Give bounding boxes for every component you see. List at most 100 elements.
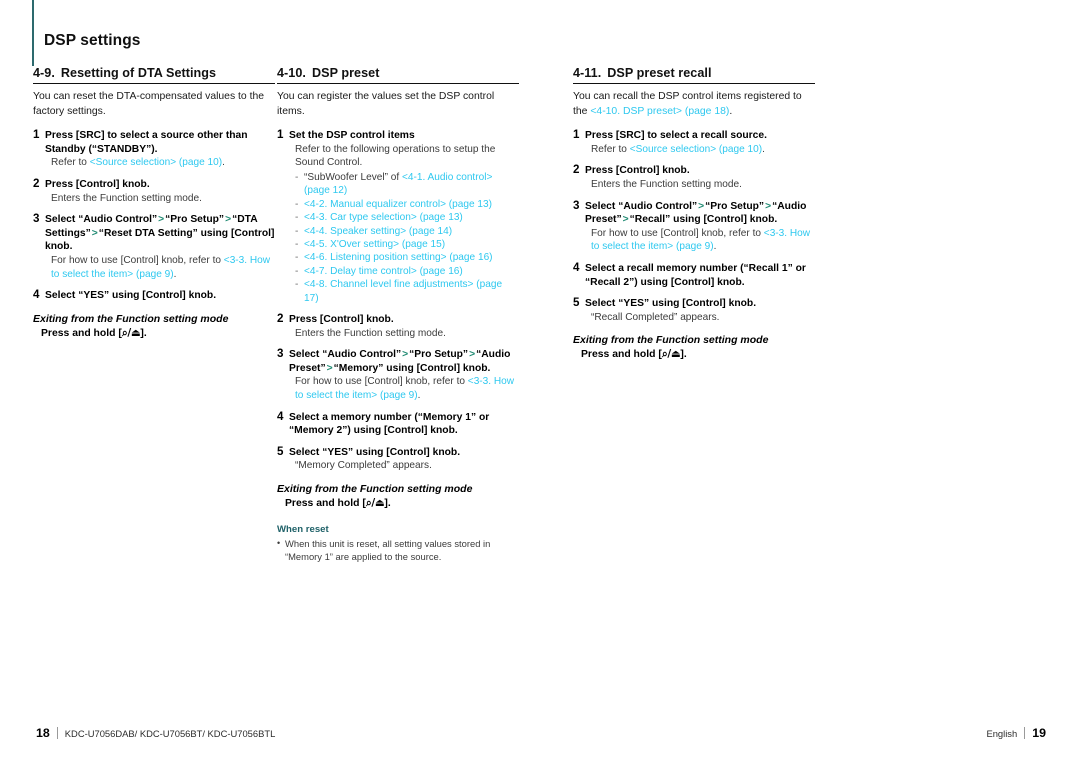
- column-4-9: 4-9. Resetting of DTA Settings You can res…: [33, 66, 275, 340]
- step-number: 4: [277, 409, 284, 423]
- cross-reference-link[interactable]: <4-8. Channel level fine adjustments> (p…: [304, 279, 502, 303]
- footer-right: English 19: [986, 726, 1046, 740]
- dash-marker-icon: -: [295, 198, 299, 210]
- menu-path-separator-icon: >: [698, 200, 705, 212]
- text-run: For how to use [Control] knob, refer to: [51, 254, 224, 266]
- reference-list-item: - <4-6. Listening position setting> (page…: [295, 251, 519, 264]
- cross-reference-link[interactable]: <4-10. DSP preset> (page 18): [590, 106, 729, 117]
- text-run: Select “Audio Control”: [585, 200, 698, 212]
- cross-reference-link[interactable]: <4-6. Listening position setting> (page …: [304, 252, 493, 263]
- text-run: Press and hold [: [285, 497, 366, 509]
- text-run: .: [417, 390, 421, 401]
- text-run: Enters the Function setting mode.: [591, 178, 742, 190]
- step-instruction: Press [Control] knob.: [289, 313, 519, 327]
- cross-reference-link[interactable]: <4-5. X'Over setting> (page 15): [304, 239, 445, 250]
- cross-reference-link[interactable]: <Source selection> (page 10): [90, 157, 222, 168]
- text-run: Select “YES” using [Control] knob.: [45, 290, 217, 302]
- text-run: Refer to: [591, 143, 630, 155]
- menu-path-separator-icon: >: [765, 200, 772, 212]
- section-heading: 4-10. DSP preset: [277, 66, 519, 84]
- page-footer: 18 KDC-U7056DAB/ KDC-U7056BT/ KDC-U7056B…: [0, 726, 1080, 750]
- procedure-step: 1 Set the DSP control items Refer to the f…: [277, 128, 519, 305]
- section-intro: You can register the values set the DSP …: [277, 91, 495, 117]
- text-run: Select “YES” using [Control] knob.: [585, 298, 757, 310]
- cross-reference-link[interactable]: <Source selection> (page 10): [630, 144, 762, 155]
- search-eject-key-icon: ⌕/⏏: [365, 496, 385, 509]
- step-instruction: Select “Audio Control”>“Pro Setup”>“DTA …: [45, 213, 275, 254]
- step-note: Enters the Function setting mode.: [585, 178, 815, 192]
- language-label: English: [986, 727, 1018, 739]
- section-intro: You can reset the DTA-compensated values…: [33, 91, 265, 117]
- step-number: 5: [277, 444, 284, 458]
- procedure-step: 1 Press [SRC] to select a source other th…: [33, 128, 275, 170]
- exit-mode-instruction: Press and hold [⌕/⏏].: [33, 327, 275, 340]
- text-run: “Recall Completed” appears.: [591, 311, 720, 323]
- step-instruction: Select “YES” using [Control] knob.: [289, 446, 519, 460]
- dash-marker-icon: -: [295, 212, 299, 224]
- text-run: Press and hold [: [41, 327, 122, 339]
- step-instruction: Select a recall memory number (“Recall 1…: [585, 262, 815, 289]
- cross-reference-link[interactable]: <4-2. Manual equalizer control> (page 13…: [304, 199, 492, 210]
- step-note: Refer to the following operations to set…: [289, 143, 519, 170]
- text-run: Refer to the following operations to set…: [295, 143, 496, 169]
- dash-marker-icon: -: [295, 239, 299, 250]
- step-note: For how to use [Control] knob, refer to …: [585, 227, 815, 254]
- exit-mode-instruction: Press and hold [⌕/⏏].: [277, 497, 519, 510]
- menu-path-separator-icon: >: [158, 214, 165, 226]
- text-run: Refer to: [51, 157, 90, 169]
- procedure-step: 2 Press [Control] knob. Enters the Functio…: [573, 163, 815, 192]
- step-note: “Memory Completed” appears.: [289, 459, 519, 473]
- reference-list: - “SubWoofer Level” of <4-1. Audio contro…: [289, 171, 519, 305]
- text-run: ].: [680, 349, 687, 361]
- step-instruction: Set the DSP control items: [289, 129, 519, 143]
- exit-mode-heading: Exiting from the Function setting mode: [33, 312, 229, 325]
- text-run: Select “YES” using [Control] knob.: [289, 446, 461, 458]
- procedure-step: 4 Select a memory number (“Memory 1” or “…: [277, 409, 519, 438]
- text-run: “Recall” using [Control] knob.: [629, 214, 778, 226]
- column-4-11: 4-11. DSP preset recall You can recall the…: [573, 66, 815, 361]
- step-number: 3: [277, 347, 284, 361]
- cross-reference-link[interactable]: <4-4. Speaker setting> (page 14): [304, 226, 452, 237]
- reference-list-item: - <4-8. Channel level fine adjustments> (…: [295, 278, 519, 305]
- column-4-10: 4-10. DSP preset You can register the valu…: [277, 66, 519, 563]
- step-instruction: Select “Audio Control”>“Pro Setup”>“Audi…: [289, 348, 519, 375]
- step-instruction: Press [SRC] to select a recall source.: [585, 129, 815, 143]
- text-run: .: [222, 157, 225, 169]
- reference-list-item: - <4-7. Delay time control> (page 16): [295, 265, 519, 278]
- menu-path-separator-icon: >: [326, 362, 333, 374]
- menu-path-separator-icon: >: [402, 349, 409, 361]
- procedure-step: 4 Select “YES” using [Control] knob.: [33, 288, 275, 303]
- text-run: “Pro Setup”: [409, 349, 469, 361]
- dash-marker-icon: -: [295, 171, 299, 183]
- running-header: DSP settings: [32, 0, 512, 68]
- procedure-step: 3 Select “Audio Control”>“Pro Setup”>“Aud…: [573, 199, 815, 254]
- footer-divider-left: [56, 727, 58, 739]
- text-run: .: [762, 143, 765, 155]
- procedure-step: 4 Select a recall memory number (“Recall …: [573, 261, 815, 289]
- text-run: .: [713, 241, 717, 253]
- section-heading: 4-11. DSP preset recall: [573, 66, 815, 84]
- cross-reference-link[interactable]: <4-7. Delay time control> (page 16): [304, 266, 463, 277]
- step-instruction: Select “YES” using [Control] knob.: [45, 289, 275, 303]
- procedure-step: 3 Select “Audio Control”>“Pro Setup”>“DTA…: [33, 212, 275, 281]
- text-run: ].: [384, 497, 391, 509]
- dash-marker-icon: -: [295, 265, 299, 277]
- step-number: 3: [33, 212, 40, 226]
- procedure-step: 1 Press [SRC] to select a recall source. R…: [573, 128, 815, 157]
- text-run: Set the DSP control items: [289, 130, 415, 142]
- text-run: “Pro Setup”: [705, 200, 765, 212]
- reference-list-item: - <4-4. Speaker setting> (page 14): [295, 225, 519, 238]
- section-number: 4-11.: [573, 66, 602, 80]
- cross-reference-link[interactable]: <4-3. Car type selection> (page 13): [304, 212, 463, 223]
- menu-path-separator-icon: >: [469, 349, 476, 361]
- footer-left: 18 KDC-U7056DAB/ KDC-U7056BT/ KDC-U7056B…: [36, 726, 275, 740]
- text-run: “Memory Completed” appears.: [295, 460, 432, 472]
- text-run: Press [Control] knob.: [585, 165, 690, 177]
- model-names: KDC-U7056DAB/ KDC-U7056BT/ KDC-U7056BTL: [64, 727, 276, 739]
- step-note: Refer to <Source selection> (page 10).: [585, 143, 815, 157]
- footer-divider-right: [1024, 727, 1026, 739]
- step-number: 1: [573, 128, 580, 142]
- menu-path-separator-icon: >: [225, 214, 232, 226]
- step-instruction: Press [Control] knob.: [45, 178, 275, 192]
- dash-marker-icon: -: [295, 279, 299, 291]
